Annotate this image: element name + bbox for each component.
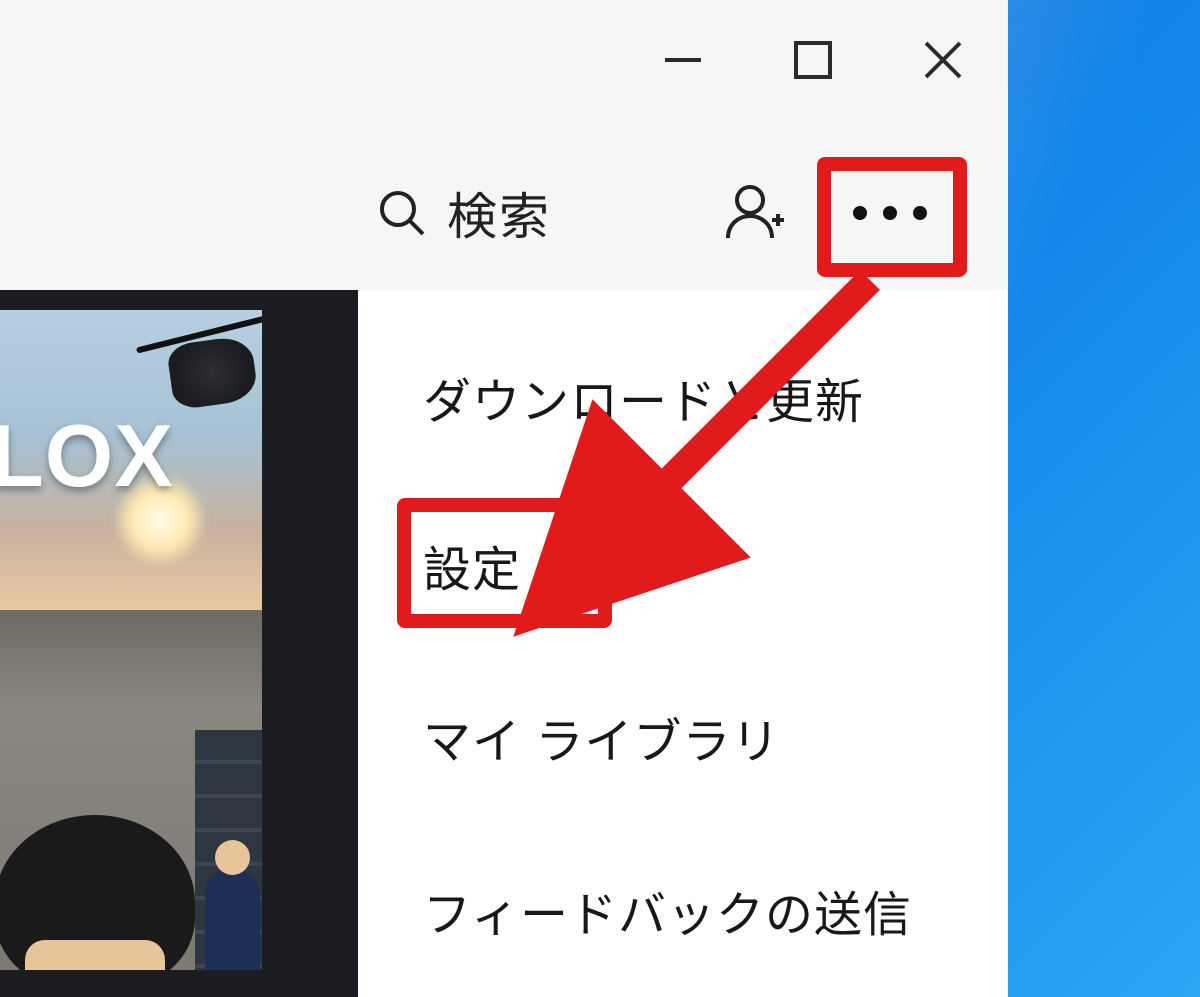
minimize-button[interactable] [618,0,748,120]
menu-item-feedback[interactable]: フィードバックの送信 [423,875,912,945]
search-label: 検索 [447,177,551,249]
menu-item-downloads[interactable]: ダウンロードと更新 [423,362,864,432]
game-tile[interactable]: LOX [0,310,262,970]
more-button[interactable] [830,163,950,263]
close-icon [918,35,968,85]
search-icon [375,186,429,240]
person-add-icon [722,180,788,246]
menu-item-library[interactable]: マイ ライブラリ [423,702,780,772]
more-menu: ダウンロードと更新 設定 マイ ライブラリ フィードバックの送信 [358,290,1008,997]
minimize-icon [659,36,707,84]
tile-logo-text: LOX [0,405,174,507]
menu-item-settings[interactable]: 設定 [423,530,521,600]
account-button[interactable] [705,155,805,270]
more-horizontal-icon [845,198,935,228]
desktop-background: 検索 [0,0,1200,997]
toolbar: 検索 [0,155,1008,270]
close-button[interactable] [878,0,1008,120]
titlebar [0,0,1008,120]
maximize-icon [790,37,836,83]
app-window: 検索 [0,0,1008,997]
tile-figure-face [25,940,165,970]
search-button[interactable]: 検索 [375,155,551,270]
tile-figure-back [205,870,260,970]
maximize-button[interactable] [748,0,878,120]
